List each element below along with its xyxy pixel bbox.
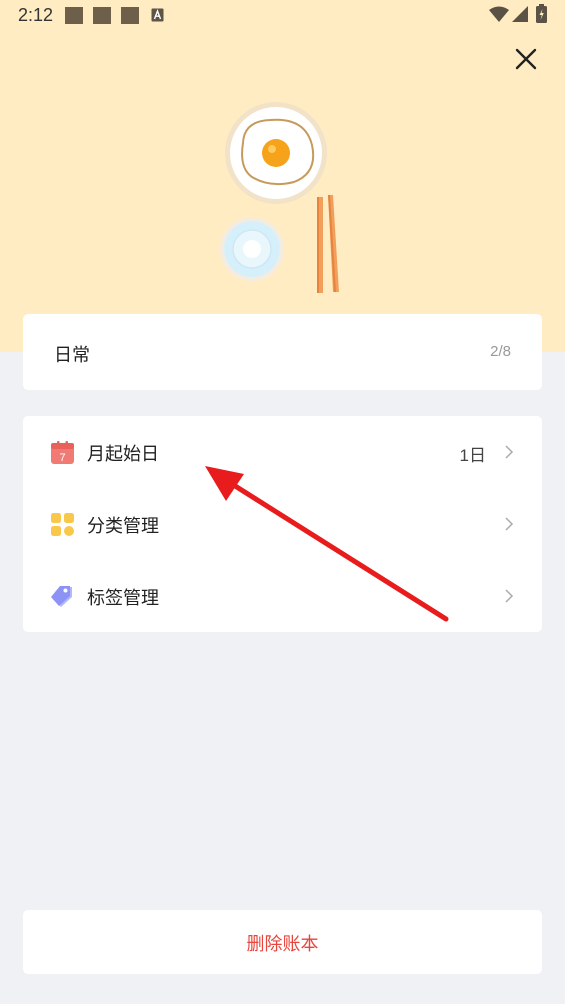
chevron-right-icon [505, 517, 514, 531]
month-start-day-value: 1日 [459, 446, 486, 465]
keyboard-a-icon [151, 8, 164, 22]
signal-icon [512, 6, 528, 22]
book-name: 日常 [54, 345, 90, 366]
account-book-card[interactable]: 日常 2/8 [23, 314, 542, 390]
close-icon[interactable] [513, 46, 539, 72]
category-management-label: 分类管理 [87, 516, 159, 537]
calendar-icon: 7 [51, 441, 74, 464]
book-count: 2/8 [490, 343, 511, 360]
wifi-icon [489, 6, 509, 22]
delete-book-label: 删除账本 [246, 934, 319, 955]
notification-icon [65, 7, 83, 24]
battery-icon [536, 4, 547, 23]
status-time: 2:12 [18, 5, 54, 25]
settings-card: 7 月起始日 1日 分类管理 标签管理 [23, 416, 542, 632]
tag-icon [51, 586, 72, 607]
svg-text:7: 7 [59, 452, 65, 464]
notification-icon [93, 7, 111, 24]
chevron-right-icon [505, 589, 514, 603]
delete-book-button[interactable]: 删除账本 [23, 910, 542, 974]
category-management-row[interactable]: 分类管理 [23, 488, 542, 560]
tag-management-row[interactable]: 标签管理 [23, 560, 542, 632]
month-start-day-row[interactable]: 7 月起始日 1日 [23, 416, 542, 488]
chevron-right-icon [505, 445, 514, 459]
breakfast-illustration [220, 102, 339, 293]
month-start-day-label: 月起始日 [87, 444, 159, 465]
tag-management-label: 标签管理 [87, 588, 159, 609]
status-bar: 2:12 [0, 0, 565, 32]
category-grid-icon [51, 513, 74, 536]
notification-icon [121, 7, 139, 24]
